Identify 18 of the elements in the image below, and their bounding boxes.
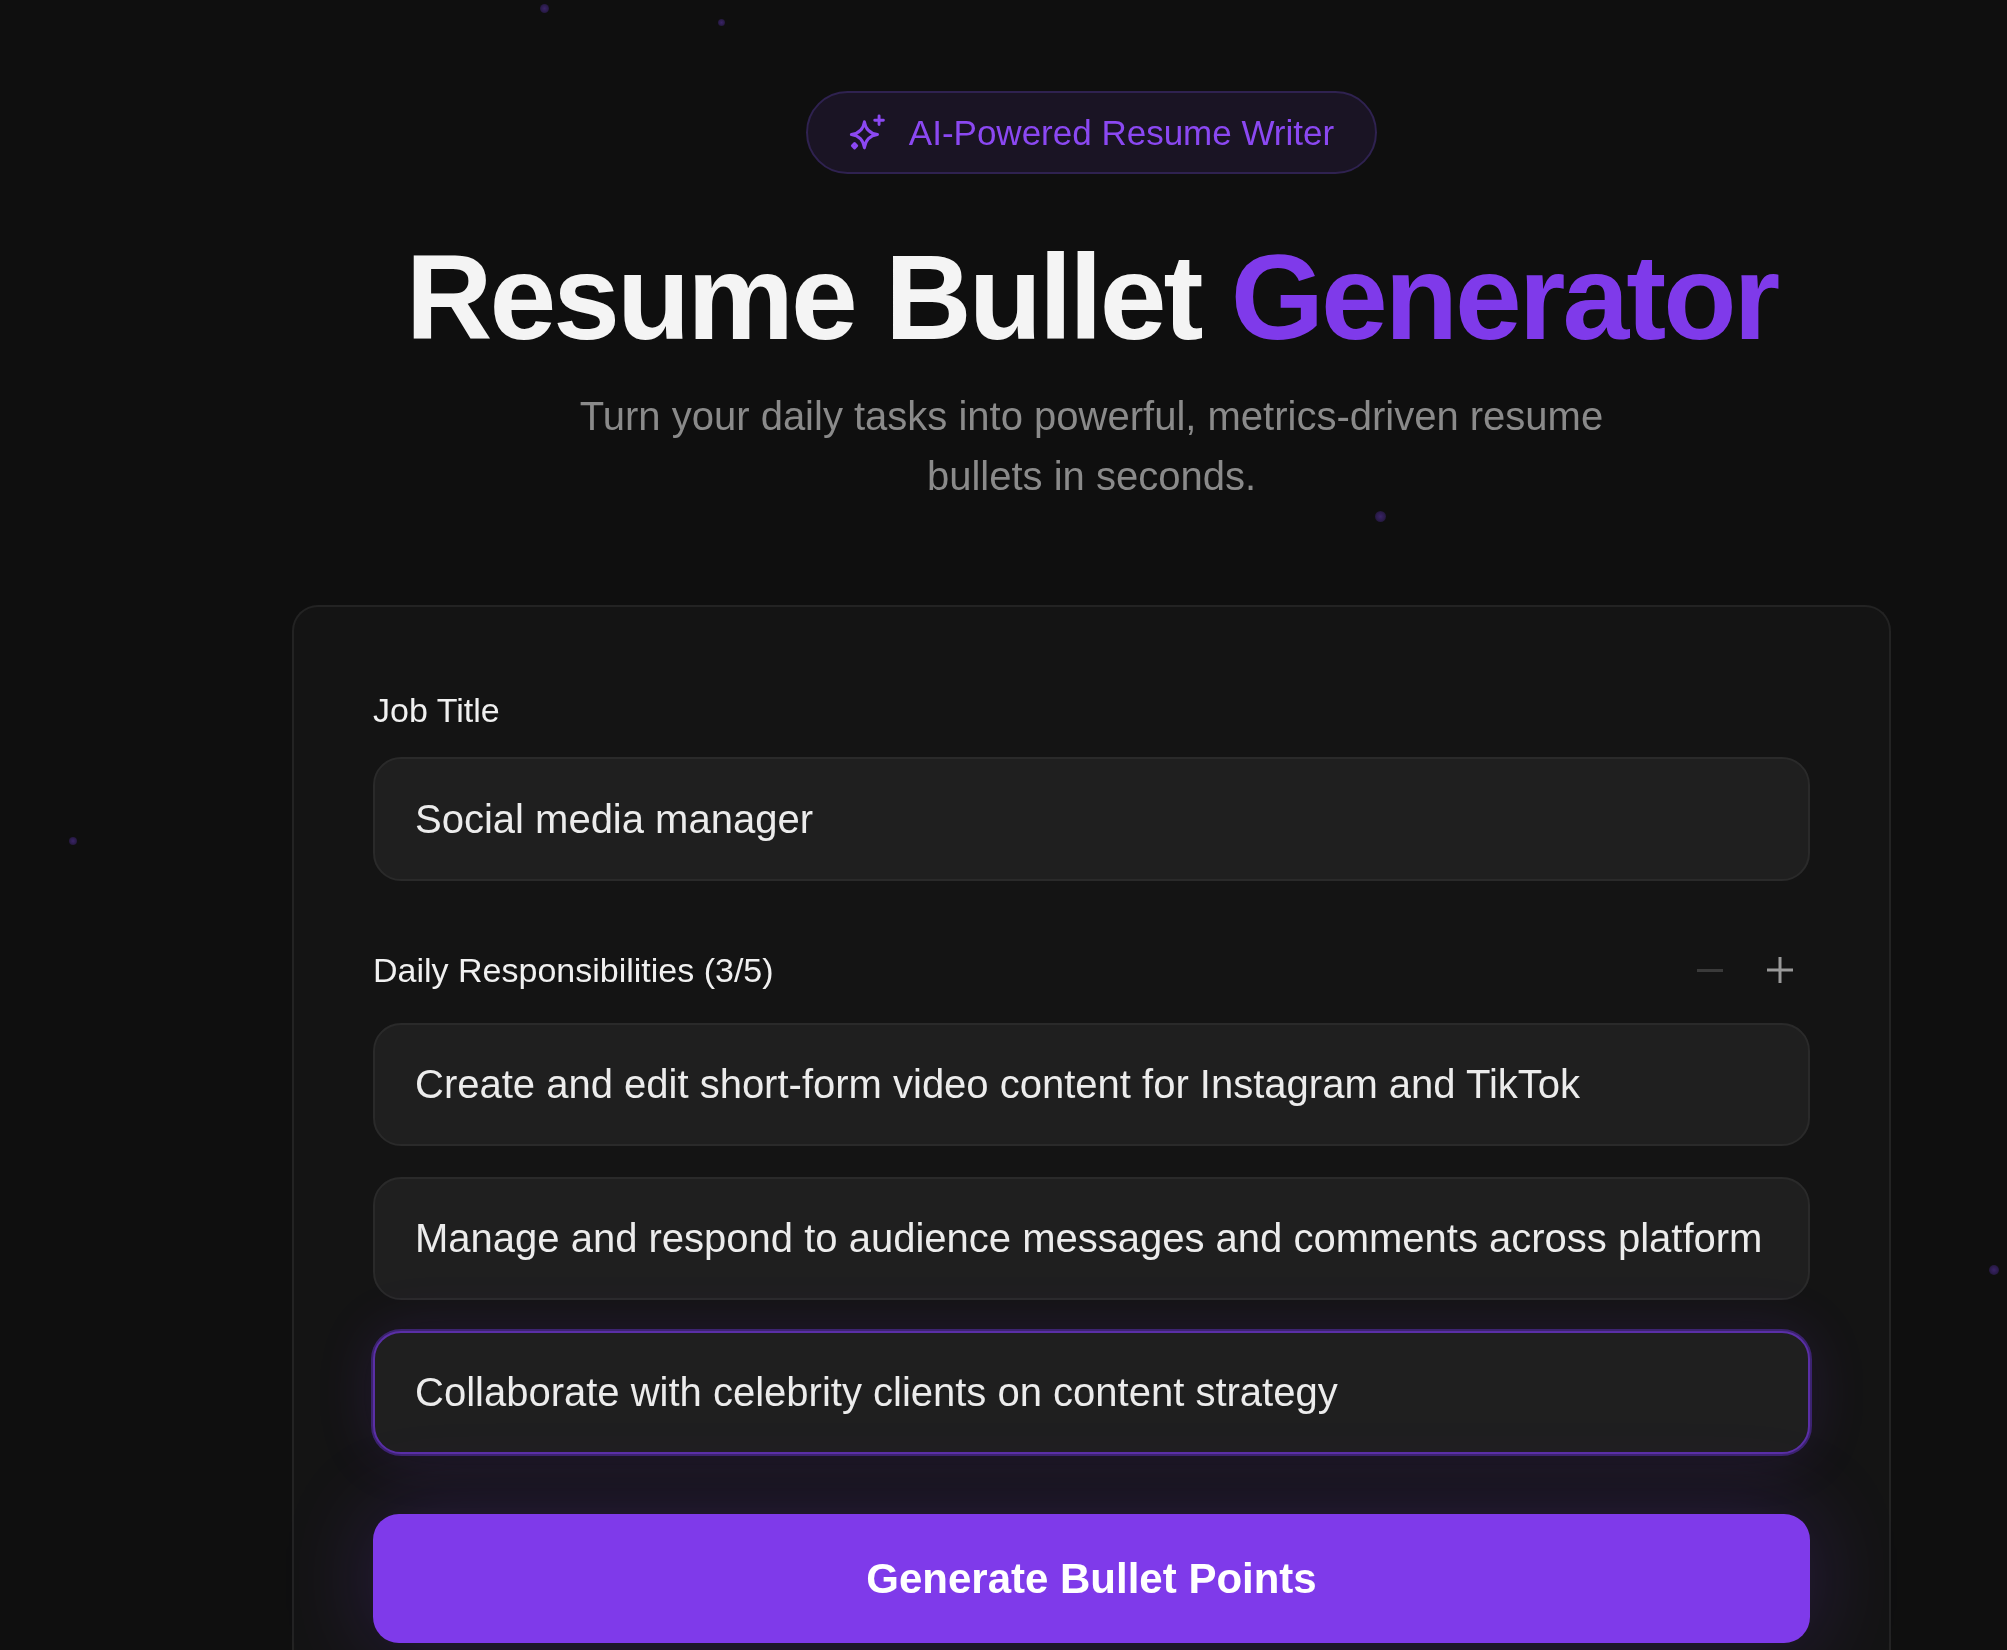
responsibility-field[interactable]: Manage and respond to audience messages and comments across platform xyxy=(373,1177,1810,1300)
responsibility-field[interactable]: Collaborate with celebrity clients on content strategy xyxy=(373,1331,1810,1454)
generate-button[interactable]: Generate Bullet Points xyxy=(373,1514,1810,1643)
field-label: Job Title xyxy=(373,690,500,731)
responsibility-field[interactable]: Create and edit short-form video content for Instagram and TikTok xyxy=(373,1023,1810,1146)
glow-dot-icon xyxy=(540,4,549,13)
glow-dot-icon xyxy=(718,19,725,26)
sparkles-icon xyxy=(848,114,886,151)
glow-dot-icon xyxy=(1375,511,1386,522)
plus-icon xyxy=(1767,957,1793,983)
field-label: Daily Responsibilities (3/5) xyxy=(373,950,774,991)
page-subtitle: Turn your daily tasks into powerful, metrics-driven resume bullets in seconds. xyxy=(578,393,1605,500)
badge-label: AI-Powered Resume Writer xyxy=(908,112,1335,153)
glow-dot-icon xyxy=(1989,1265,1999,1275)
glow-dot-icon xyxy=(69,837,77,845)
job-title-field[interactable]: Social media manager xyxy=(373,757,1810,881)
minus-icon xyxy=(1697,968,1723,972)
page-title: Resume Bullet Generator xyxy=(405,229,1778,366)
